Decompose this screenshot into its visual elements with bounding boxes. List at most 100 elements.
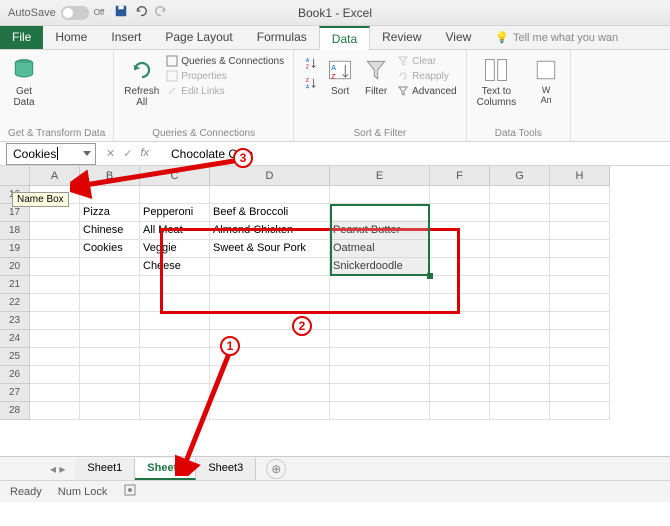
cell[interactable]: [80, 402, 140, 420]
tab-review[interactable]: Review: [370, 26, 433, 49]
cell[interactable]: [80, 186, 140, 204]
cell[interactable]: Veggie: [140, 240, 210, 258]
cell[interactable]: [330, 348, 430, 366]
cell[interactable]: [430, 240, 490, 258]
reapply-button[interactable]: Reapply: [396, 69, 457, 83]
cell[interactable]: [430, 348, 490, 366]
cell[interactable]: [140, 402, 210, 420]
cell[interactable]: [430, 402, 490, 420]
sheet-tab-sheet2[interactable]: Sheet2: [135, 458, 196, 480]
cell[interactable]: [30, 240, 80, 258]
tab-data[interactable]: Data: [319, 26, 370, 50]
cell[interactable]: [550, 258, 610, 276]
sort-button[interactable]: AZ Sort: [324, 54, 356, 99]
cell[interactable]: [430, 258, 490, 276]
cell[interactable]: [140, 366, 210, 384]
cell[interactable]: [140, 186, 210, 204]
cell[interactable]: [490, 366, 550, 384]
cell[interactable]: [550, 276, 610, 294]
row-header[interactable]: 22: [0, 294, 30, 312]
tab-file[interactable]: File: [0, 26, 43, 49]
cell[interactable]: [430, 276, 490, 294]
cell[interactable]: [490, 294, 550, 312]
edit-links-button[interactable]: Edit Links: [165, 84, 285, 98]
cell[interactable]: [140, 276, 210, 294]
tab-home[interactable]: Home: [43, 26, 99, 49]
refresh-all-button[interactable]: Refresh All: [122, 54, 161, 110]
sheet-tab-sheet1[interactable]: Sheet1: [75, 458, 135, 480]
queries-connections-button[interactable]: Queries & Connections: [165, 54, 285, 68]
cell[interactable]: Cookies: [80, 240, 140, 258]
cell[interactable]: [30, 384, 80, 402]
cell[interactable]: [30, 402, 80, 420]
cell[interactable]: [550, 240, 610, 258]
fx-icon[interactable]: fx: [140, 147, 155, 160]
save-icon[interactable]: [114, 4, 128, 21]
col-header[interactable]: H: [550, 166, 610, 186]
tell-me-search[interactable]: 💡 Tell me what you wan: [483, 26, 630, 49]
cell[interactable]: [430, 312, 490, 330]
cell[interactable]: Cheese: [140, 258, 210, 276]
tab-page-layout[interactable]: Page Layout: [153, 26, 244, 49]
cell[interactable]: [490, 186, 550, 204]
cell[interactable]: [30, 294, 80, 312]
add-sheet-button[interactable]: ⊕: [266, 459, 286, 479]
sort-desc-button[interactable]: ZA: [302, 74, 320, 92]
cell[interactable]: Almond Chicken: [210, 222, 330, 240]
cell[interactable]: [140, 384, 210, 402]
cell[interactable]: [80, 258, 140, 276]
cell[interactable]: [140, 330, 210, 348]
cell[interactable]: [330, 294, 430, 312]
cell[interactable]: [210, 186, 330, 204]
cell[interactable]: [80, 312, 140, 330]
cell[interactable]: [210, 294, 330, 312]
cell[interactable]: Chinese: [80, 222, 140, 240]
cell[interactable]: [140, 348, 210, 366]
cell[interactable]: [550, 330, 610, 348]
cell[interactable]: [30, 348, 80, 366]
col-header[interactable]: D: [210, 166, 330, 186]
cell[interactable]: [30, 330, 80, 348]
cell[interactable]: [490, 402, 550, 420]
row-header[interactable]: 27: [0, 384, 30, 402]
cell[interactable]: [140, 312, 210, 330]
autosave-toggle[interactable]: AutoSave Off: [8, 6, 104, 20]
cell[interactable]: [550, 294, 610, 312]
cell[interactable]: [430, 204, 490, 222]
col-header[interactable]: E: [330, 166, 430, 186]
cell[interactable]: [490, 312, 550, 330]
cell[interactable]: [490, 348, 550, 366]
spreadsheet-grid[interactable]: ABCDEFGH1617PizzaPepperoniBeef & Broccol…: [0, 166, 670, 456]
redo-icon[interactable]: [154, 4, 168, 21]
cell[interactable]: Oatmeal: [330, 240, 430, 258]
col-header[interactable]: C: [140, 166, 210, 186]
cell[interactable]: [30, 276, 80, 294]
cell[interactable]: [80, 366, 140, 384]
cell[interactable]: [210, 276, 330, 294]
tab-insert[interactable]: Insert: [99, 26, 153, 49]
col-header[interactable]: F: [430, 166, 490, 186]
cell[interactable]: [550, 222, 610, 240]
clear-filter-button[interactable]: Clear: [396, 54, 457, 68]
cell[interactable]: [430, 222, 490, 240]
text-to-columns-button[interactable]: Text to Columns: [475, 54, 518, 110]
cell[interactable]: [210, 402, 330, 420]
macro-record-icon[interactable]: [123, 483, 137, 500]
cell[interactable]: [430, 384, 490, 402]
cell[interactable]: [430, 330, 490, 348]
cell[interactable]: [330, 312, 430, 330]
cell[interactable]: [490, 240, 550, 258]
cell[interactable]: [80, 294, 140, 312]
cell[interactable]: [210, 312, 330, 330]
cell[interactable]: [430, 294, 490, 312]
name-box[interactable]: Cookies: [6, 143, 96, 165]
cell[interactable]: Pepperoni: [140, 204, 210, 222]
cell[interactable]: [490, 222, 550, 240]
cell[interactable]: [140, 294, 210, 312]
enter-icon[interactable]: ✓: [123, 147, 132, 160]
cell[interactable]: [330, 384, 430, 402]
cell[interactable]: [430, 366, 490, 384]
cell[interactable]: [330, 366, 430, 384]
cell[interactable]: [80, 384, 140, 402]
cell[interactable]: [490, 384, 550, 402]
